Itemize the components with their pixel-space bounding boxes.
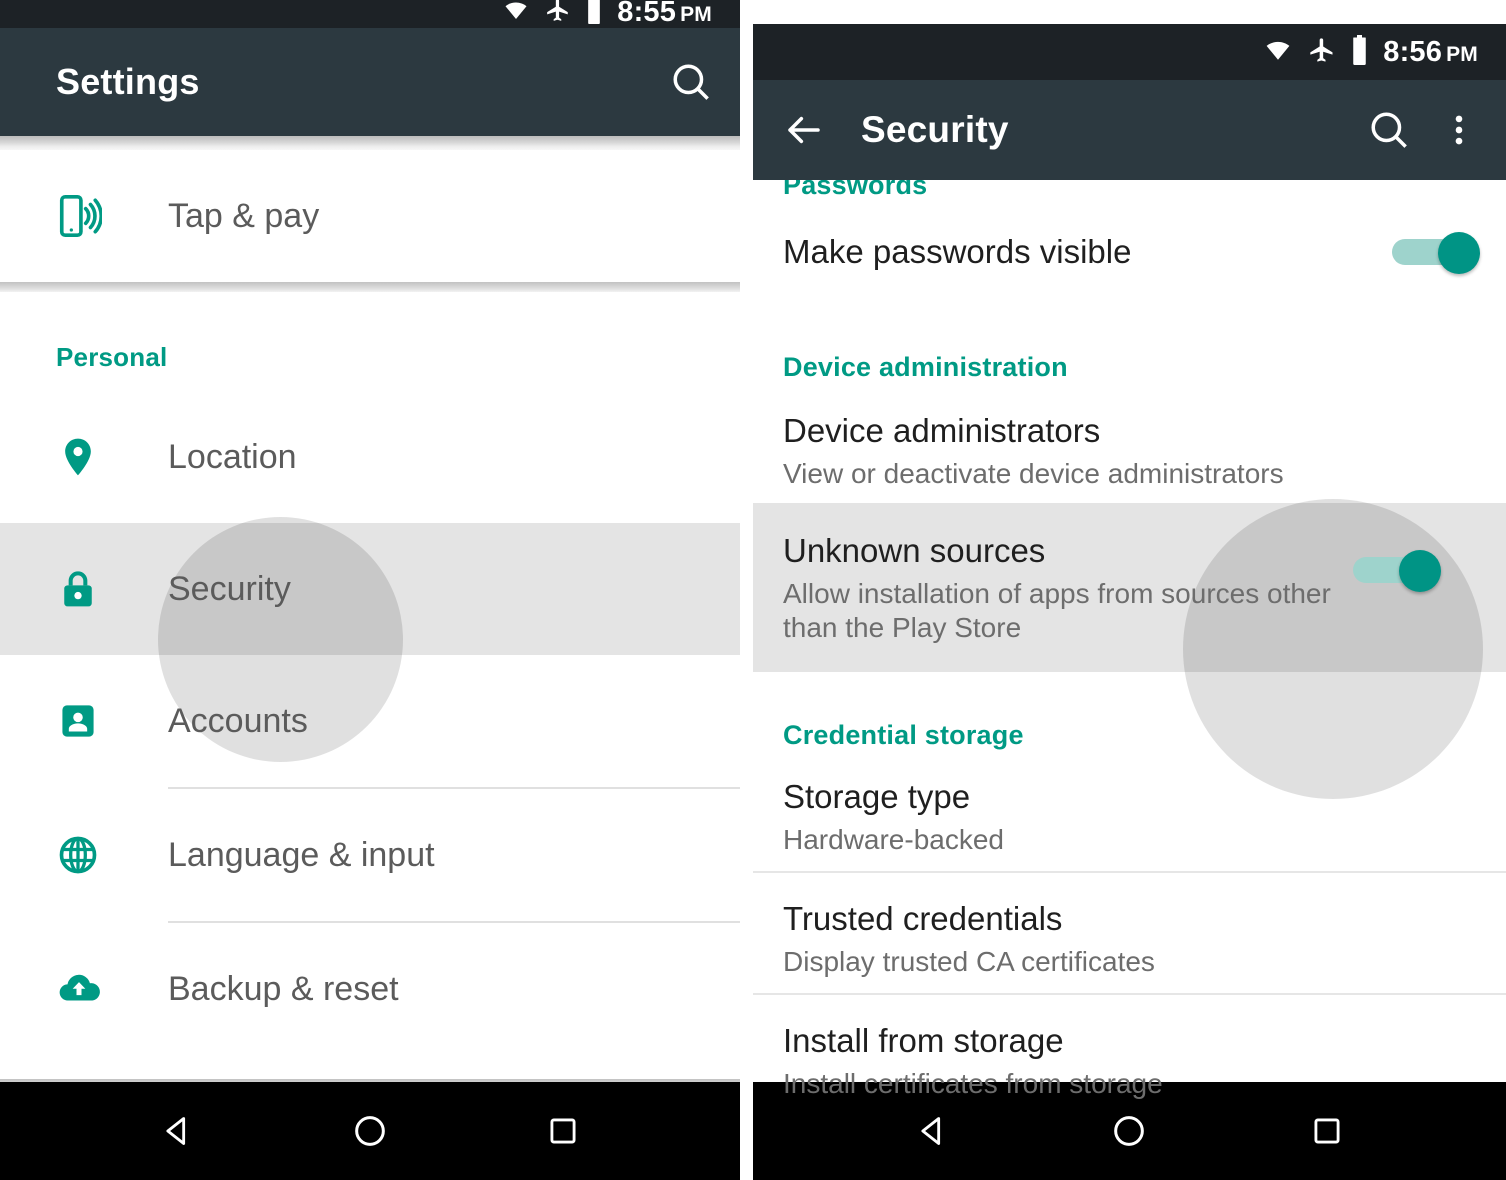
security-row-unknown-sources[interactable]: Unknown sources Allow installation of ap… xyxy=(753,499,1506,799)
security-screen-panel: 8:56 PM Security Passwords Make passwords… xyxy=(753,0,1506,1180)
airplane-icon xyxy=(545,0,571,28)
account-icon xyxy=(56,699,112,743)
security-row-text: Unknown sources Allow installation of ap… xyxy=(783,531,1353,646)
security-row-make-passwords-visible[interactable]: Make passwords visible xyxy=(753,200,1506,304)
search-icon[interactable] xyxy=(670,61,712,103)
security-row-subtitle: Hardware-backed xyxy=(783,823,1004,855)
toggle-thumb xyxy=(1438,232,1480,274)
security-row-device-administrators[interactable]: Device administrators View or deactivate… xyxy=(753,383,1506,503)
list-bottom-spacer xyxy=(0,1055,740,1079)
scroll-edge-top xyxy=(0,136,740,150)
settings-row-backup-and-reset[interactable]: Backup & reset xyxy=(0,923,740,1055)
settings-screen-panel: 8:55 PM Settings Tap & pay Personal Loca… xyxy=(0,0,740,1180)
settings-row-location[interactable]: Location xyxy=(0,391,740,523)
security-row-title: Trusted credentials xyxy=(783,899,1063,937)
status-bar-icons xyxy=(501,0,603,29)
security-row-title: Device administrators xyxy=(783,412,1101,449)
security-row-text: Trusted credentials Display trusted CA c… xyxy=(783,899,1476,979)
settings-row-label: Language & input xyxy=(168,835,435,874)
status-bar-clock: 8:56 PM xyxy=(1383,35,1478,68)
nav-back-triangle-icon[interactable] xyxy=(132,1086,222,1176)
system-navigation-bar xyxy=(0,1082,740,1180)
nav-home-circle-icon[interactable] xyxy=(325,1086,415,1176)
security-row-subtitle: Install certificates from storage xyxy=(783,1067,1163,1099)
settings-row-tap-and-pay[interactable]: Tap & pay xyxy=(0,150,740,282)
settings-row-label: Accounts xyxy=(168,701,308,740)
settings-row-security[interactable]: Security xyxy=(0,517,740,762)
globe-icon xyxy=(56,833,112,877)
security-row-title: Make passwords visible xyxy=(783,232,1132,270)
section-header-passwords: Passwords xyxy=(783,180,928,200)
nfc-phone-icon xyxy=(56,193,112,239)
settings-row-label: Backup & reset xyxy=(168,969,399,1008)
status-bar-clock: 8:55 PM xyxy=(617,0,712,28)
page-title: Settings xyxy=(56,61,200,102)
settings-row-language-and-input[interactable]: Language & input xyxy=(0,789,740,921)
security-row-subtitle: Allow installation of apps from sources … xyxy=(783,578,1331,644)
cloud-upload-icon xyxy=(56,966,112,1012)
unknown-sources-toggle[interactable] xyxy=(1353,550,1441,592)
settings-app-bar: Settings xyxy=(0,28,740,136)
security-row-title: Storage type xyxy=(783,777,971,815)
status-bar: 8:55 PM xyxy=(0,0,740,28)
settings-list: Tap & pay Personal Location Security Acc… xyxy=(0,150,740,1089)
section-header-device-administration: Device administration xyxy=(783,352,1068,382)
security-row-subtitle: Display trusted CA certificates xyxy=(783,945,1155,977)
security-row-trusted-credentials[interactable]: Trusted credentials Display trusted CA c… xyxy=(753,872,1506,993)
screenshot-stage: 8:55 PM Settings Tap & pay Personal Loca… xyxy=(0,0,1506,1180)
status-bar-icons xyxy=(1262,34,1369,70)
page-title: Security xyxy=(861,109,1009,150)
battery-icon xyxy=(585,0,603,29)
battery-icon xyxy=(1350,34,1369,70)
settings-row-accounts[interactable]: Accounts xyxy=(0,655,740,787)
location-pin-icon xyxy=(56,435,112,479)
security-row-storage-type[interactable]: Storage type Hardware-backed xyxy=(753,750,1506,871)
security-row-install-from-storage[interactable]: Install from storage Install certificate… xyxy=(753,994,1506,1115)
security-row-text: Install from storage Install certificate… xyxy=(783,1021,1476,1101)
security-row-title: Unknown sources xyxy=(783,532,1046,569)
security-row-text: Storage type Hardware-backed xyxy=(783,777,1476,857)
nav-recents-square-icon[interactable] xyxy=(518,1086,608,1176)
wifi-icon xyxy=(1262,37,1294,68)
airplane-icon xyxy=(1308,36,1336,69)
security-row-subtitle: View or deactivate device administrators xyxy=(783,458,1284,490)
settings-row-label: Location xyxy=(168,437,297,476)
security-row-title: Install from storage xyxy=(783,1021,1064,1059)
section-header-credential-storage: Credential storage xyxy=(783,719,1024,750)
toggle-thumb xyxy=(1399,550,1441,592)
more-vert-icon[interactable] xyxy=(1440,111,1478,149)
security-row-text: Make passwords visible xyxy=(783,232,1392,272)
security-settings-list: Passwords Make passwords visible Device … xyxy=(753,180,1506,1115)
status-bar: 8:56 PM xyxy=(753,24,1506,80)
wifi-icon xyxy=(501,0,531,27)
section-separator-band xyxy=(0,282,740,292)
make-passwords-visible-toggle[interactable] xyxy=(1392,232,1480,274)
settings-row-label: Security xyxy=(168,569,291,608)
arrow-back-icon[interactable] xyxy=(783,109,825,151)
section-header-personal: Personal xyxy=(56,342,168,372)
lock-icon xyxy=(56,567,112,611)
settings-row-label: Tap & pay xyxy=(168,196,320,235)
security-app-bar: Security xyxy=(753,80,1506,180)
search-icon[interactable] xyxy=(1368,109,1410,151)
security-row-text: Device administrators View or deactivate… xyxy=(783,411,1476,491)
